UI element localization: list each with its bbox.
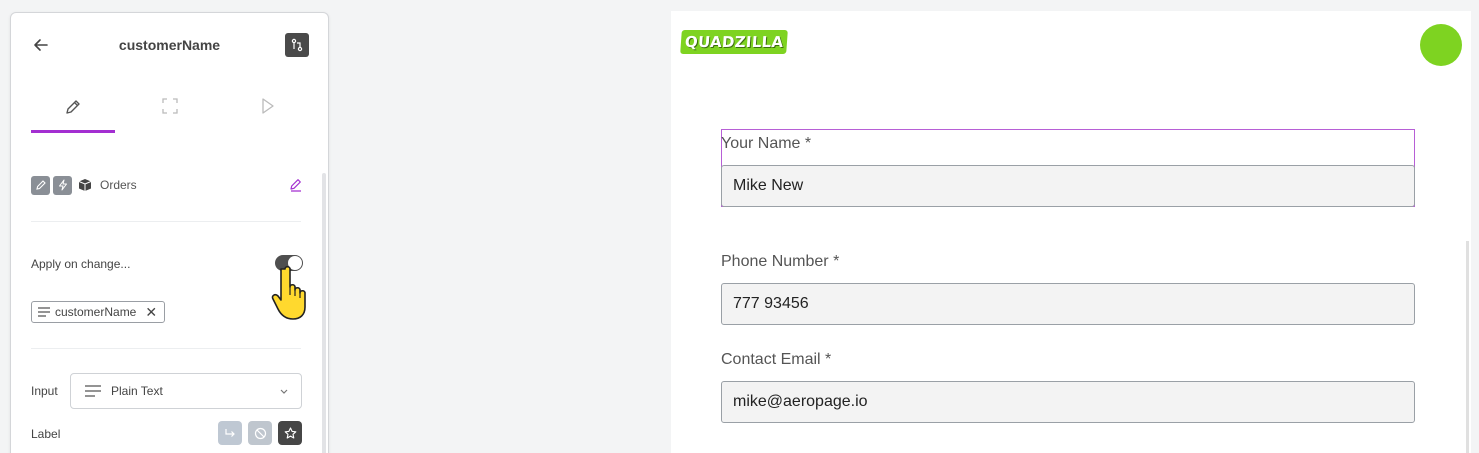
form-preview: QUADZILLA Your Name * Phone Number * Con… [671,11,1471,453]
pencil-icon [31,175,50,195]
close-icon[interactable]: ✕ [145,305,157,319]
label-row-label: Label [31,427,61,441]
label-hide-button[interactable] [248,421,272,445]
text-align-icon [85,385,101,397]
chevron-down-icon [280,389,288,394]
panel-title: customerName [118,37,221,53]
contact-email-input[interactable] [721,381,1415,423]
avatar[interactable] [1420,24,1462,66]
divider [31,348,301,349]
box-icon [77,177,93,193]
tab-frame[interactable] [128,97,212,133]
data-source-row: Orders [31,175,137,195]
phone-number-input[interactable] [721,283,1415,325]
input-type-value: Plain Text [111,384,163,398]
pointer-hand-icon [271,265,306,320]
field-settings-panel: customerName Orders Apply on change... c [10,12,329,453]
your-name-label: Your Name * [721,135,812,152]
field-chip-label: customerName [55,305,137,319]
tab-preview[interactable] [225,97,309,133]
edit-source-icon[interactable] [288,177,304,193]
quadzilla-logo: QUADZILLA [680,30,789,54]
preview-scrollbar[interactable] [1466,241,1469,453]
fullscreen-icon [162,98,178,114]
input-type-select[interactable]: Plain Text [70,373,302,409]
input-type-label: Input [31,384,58,398]
label-required-button[interactable] [278,421,302,445]
play-icon [262,98,274,114]
your-name-input[interactable] [721,165,1415,207]
apply-on-change-label: Apply on change... [31,257,131,271]
tab-edit[interactable] [31,97,115,133]
contact-email-label: Contact Email * [721,351,832,368]
panel-scrollbar[interactable] [322,173,326,453]
back-arrow-icon[interactable] [31,35,51,55]
apply-on-change-toggle[interactable] [275,255,303,271]
arrow-corner-icon [225,429,235,437]
label-inline-button[interactable] [218,421,242,445]
ban-icon [254,427,266,439]
field-chip[interactable]: customerName ✕ [31,301,166,323]
star-icon [284,426,296,439]
pencil-icon [66,100,80,114]
settings-toggle-button[interactable] [285,33,309,57]
data-source-label: Orders [100,178,137,192]
phone-number-label: Phone Number * [721,253,840,270]
divider [31,221,301,222]
text-align-icon [38,307,50,317]
bolt-icon [53,175,72,195]
git-compare-icon [291,38,303,52]
